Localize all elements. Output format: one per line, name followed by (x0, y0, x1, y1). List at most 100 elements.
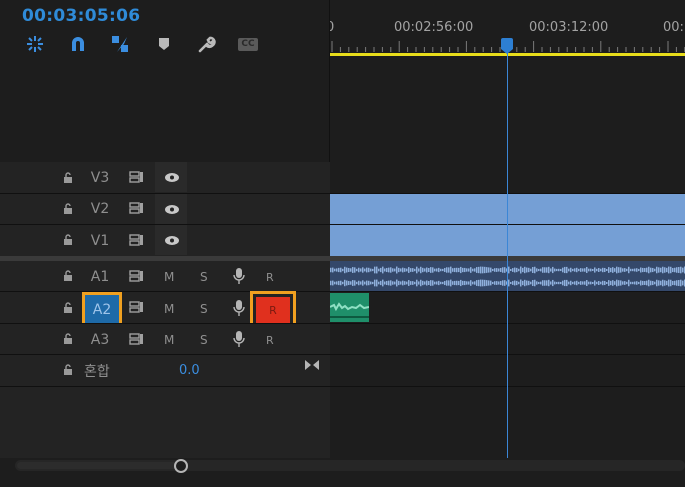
solo-button[interactable]: S (200, 333, 208, 347)
waveform-bar (556, 268, 558, 272)
sync-lock-icon[interactable] (129, 202, 145, 214)
waveform-bar (520, 266, 522, 274)
sync-lock-icon[interactable] (129, 333, 145, 345)
sync-lock-icon[interactable] (129, 270, 145, 282)
waveform-bar (654, 281, 656, 285)
waveform-bar (350, 281, 352, 285)
waveform-bar (616, 279, 618, 287)
waveform-bar (450, 279, 452, 287)
microphone-icon[interactable] (233, 299, 245, 317)
scrollbar-zoom-handle[interactable] (174, 459, 188, 473)
closed-captions-icon[interactable]: CC (236, 33, 260, 55)
waveform-bar (436, 281, 438, 285)
waveform-bar (336, 281, 338, 285)
lock-icon[interactable] (62, 203, 74, 215)
microphone-icon[interactable] (233, 267, 245, 285)
waveform-bar (354, 280, 356, 286)
waveform-bar (674, 267, 676, 273)
waveform-bar (430, 280, 432, 286)
waveform-bar (468, 268, 470, 272)
lock-icon[interactable] (62, 234, 74, 246)
waveform-bar (530, 268, 532, 272)
waveform-bar (438, 280, 440, 286)
eye-icon[interactable] (164, 172, 180, 183)
playhead-handle[interactable] (501, 38, 513, 49)
waveform-bar (676, 280, 678, 286)
track-name-v3[interactable]: V3 (86, 170, 114, 186)
eye-icon[interactable] (164, 235, 180, 246)
waveform-bar (574, 281, 576, 285)
waveform-bar (526, 280, 528, 286)
waveform-bar (648, 279, 650, 287)
lock-icon[interactable] (62, 302, 74, 314)
waveform-bar (552, 266, 554, 274)
sync-lock-icon[interactable] (129, 301, 145, 313)
insert-icon[interactable] (23, 33, 47, 55)
waveform-bar (534, 279, 536, 287)
waveform-bar (598, 280, 600, 286)
waveform-bar (610, 267, 612, 273)
lock-icon[interactable] (62, 364, 74, 376)
waveform-bar (590, 268, 592, 272)
track-row-v2: V2 (0, 194, 685, 224)
waveform-bar (486, 280, 488, 286)
record-button[interactable]: R (266, 334, 274, 347)
track-height-toggle-icon[interactable] (304, 359, 320, 371)
mute-button[interactable]: M (164, 333, 174, 347)
eye-icon[interactable] (164, 204, 180, 215)
waveform-bar (474, 281, 476, 285)
waveform-bar (458, 280, 460, 286)
timecode-display[interactable]: 00:03:05:06 (22, 6, 140, 26)
waveform-bar (362, 267, 364, 273)
audio-clip[interactable] (330, 293, 369, 322)
track-header-mix[interactable] (0, 355, 330, 386)
waveform-bar (652, 280, 654, 286)
solo-button[interactable]: S (200, 302, 208, 316)
waveform-bar (518, 268, 520, 272)
sync-lock-icon[interactable] (129, 171, 145, 183)
add-marker-icon[interactable] (152, 33, 176, 55)
waveform-bar (678, 280, 680, 286)
sync-lock-icon[interactable] (129, 234, 145, 246)
waveform-bar (382, 266, 384, 274)
waveform-bar (492, 281, 494, 285)
track-name-a3[interactable]: A3 (86, 332, 114, 348)
waveform-bar (532, 280, 534, 286)
waveform-bar (414, 268, 416, 272)
waveform-bar (414, 281, 416, 285)
waveform-bar (342, 281, 344, 285)
waveform-bar (440, 268, 442, 272)
scrollbar-thumb[interactable] (17, 462, 181, 469)
waveform-bar (500, 281, 502, 285)
waveform-bar (576, 267, 578, 273)
playhead-line[interactable] (507, 48, 508, 458)
lock-icon[interactable] (62, 270, 74, 282)
lock-icon[interactable] (62, 172, 74, 184)
microphone-icon[interactable] (233, 330, 245, 348)
mute-button[interactable]: M (164, 270, 174, 284)
mix-volume-value[interactable]: 0.0 (179, 363, 200, 378)
track-name-a1[interactable]: A1 (86, 269, 114, 285)
waveform-bar (638, 268, 640, 272)
record-button[interactable]: R (266, 271, 274, 284)
waveform-bar (652, 267, 654, 273)
track-name-v1[interactable]: V1 (86, 233, 114, 249)
solo-button[interactable]: S (200, 270, 208, 284)
waveform-bar (670, 279, 672, 287)
wrench-icon[interactable] (194, 33, 218, 55)
waveform-bar (424, 281, 426, 285)
waveform-bar (602, 280, 604, 286)
waveform-bar (372, 268, 374, 272)
lock-icon[interactable] (62, 333, 74, 345)
waveform-bar (390, 280, 392, 286)
waveform-bar (572, 268, 574, 272)
waveform-bar (634, 281, 636, 285)
waveform-bar (344, 266, 346, 274)
snap-magnet-icon[interactable] (66, 33, 90, 55)
waveform-bar (478, 266, 480, 274)
track-name-v2[interactable]: V2 (86, 201, 114, 217)
waveform-bar (606, 268, 608, 272)
linked-selection-icon[interactable] (108, 33, 132, 55)
waveform-bar (562, 267, 564, 273)
mute-button[interactable]: M (164, 302, 174, 316)
